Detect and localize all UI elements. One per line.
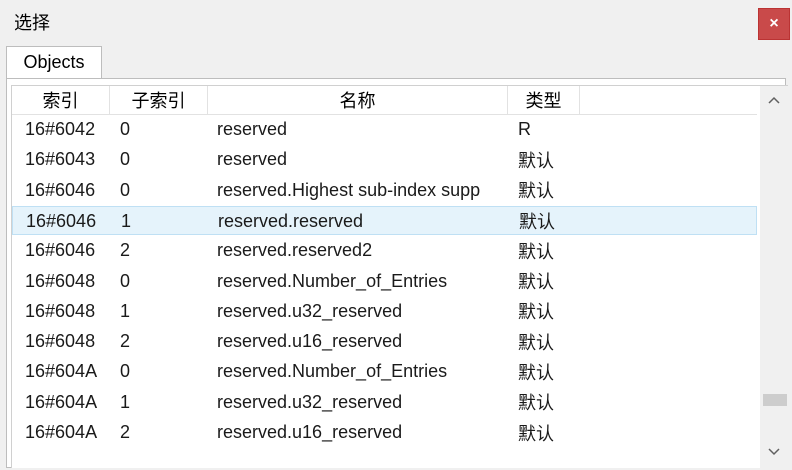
column-header-name[interactable]: 名称 bbox=[208, 86, 508, 114]
cell-type: 默认 bbox=[518, 241, 554, 262]
table-row[interactable]: 16#6048 1 reserved.u32_reserved 默认 bbox=[12, 297, 757, 326]
cell-type: 默认 bbox=[519, 212, 555, 233]
cell-subindex: 0 bbox=[120, 270, 131, 291]
table-row[interactable]: 16#604A 2 reserved.u16_reserved 默认 bbox=[12, 418, 757, 447]
window-title: 选择 bbox=[14, 13, 50, 33]
cell-name: reserved.u32_reserved bbox=[217, 391, 403, 412]
cell-index: 16#604A bbox=[25, 422, 98, 442]
cell-subindex: 0 bbox=[120, 149, 131, 170]
cell-index: 16#6042 bbox=[25, 119, 96, 139]
cell-index: 16#6048 bbox=[25, 300, 96, 321]
chevron-down-icon[interactable] bbox=[760, 440, 788, 464]
table-row[interactable]: 16#6046 0 reserved.Highest sub-index supp 默… bbox=[12, 176, 757, 205]
cell-index: 16#6043 bbox=[25, 149, 96, 170]
objects-panel: 索引 子索引 名称 类型 16#6042 0 reserved R 16#6043 0 re… bbox=[6, 78, 788, 468]
table-row[interactable]: 16#604A 1 reserved.u32_reserved 默认 bbox=[12, 388, 757, 417]
cell-subindex: 2 bbox=[120, 422, 131, 442]
table-row[interactable]: 16#6046 1 reserved.reserved 默认 bbox=[12, 205, 757, 235]
close-icon: × bbox=[769, 15, 779, 32]
cell-index: 16#604A bbox=[25, 361, 98, 382]
cell-subindex: 1 bbox=[120, 300, 131, 321]
cell-type: 默认 bbox=[518, 332, 554, 353]
close-button[interactable]: × bbox=[758, 8, 790, 40]
table-row[interactable]: 16#6042 0 reserved R bbox=[12, 115, 757, 144]
cell-type: 默认 bbox=[518, 423, 554, 444]
cell-type: 默认 bbox=[518, 393, 554, 414]
tab-objects-label: Objects bbox=[23, 52, 85, 72]
table-row[interactable]: 16#6048 2 reserved.u16_reserved 默认 bbox=[12, 327, 757, 356]
cell-name: reserved.Number_of_Entries bbox=[217, 361, 448, 382]
cell-type: 默认 bbox=[518, 302, 554, 323]
cell-subindex: 0 bbox=[120, 119, 131, 139]
cell-name: reserved.reserved bbox=[218, 210, 364, 231]
cell-subindex: 0 bbox=[120, 179, 131, 200]
chevron-up-icon[interactable] bbox=[760, 88, 788, 112]
list-header: 索引 子索引 名称 类型 bbox=[12, 86, 757, 115]
cell-type: 默认 bbox=[518, 150, 554, 171]
cell-type: 默认 bbox=[518, 181, 554, 202]
cell-index: 16#6046 bbox=[26, 210, 97, 231]
cell-index: 16#6046 bbox=[25, 240, 96, 261]
cell-index: 16#6048 bbox=[25, 331, 96, 352]
table-row[interactable]: 16#6046 2 reserved.reserved2 默认 bbox=[12, 236, 757, 265]
cell-name: reserved.reserved2 bbox=[217, 240, 373, 261]
column-header-filler bbox=[580, 86, 757, 114]
scrollbar-thumb[interactable] bbox=[763, 394, 787, 406]
table-row[interactable]: 16#6048 0 reserved.Number_of_Entries 默认 bbox=[12, 267, 757, 296]
column-header-subindex[interactable]: 子索引 bbox=[110, 86, 208, 114]
cell-type: 默认 bbox=[518, 272, 554, 292]
column-header-type[interactable]: 类型 bbox=[508, 86, 580, 114]
tab-objects[interactable]: Objects bbox=[6, 46, 102, 78]
cell-subindex: 2 bbox=[120, 331, 131, 352]
select-dialog: 选择 × Objects 索引 子索引 名称 类型 16#6042 0 reserv… bbox=[0, 0, 792, 470]
cell-subindex: 2 bbox=[120, 240, 131, 261]
cell-name: reserved.u16_reserved bbox=[217, 331, 403, 352]
column-header-index[interactable]: 索引 bbox=[12, 86, 110, 114]
cell-name: reserved.Highest sub-index supp bbox=[217, 179, 481, 200]
vertical-scrollbar[interactable] bbox=[760, 86, 788, 468]
table-row[interactable]: 16#604A 0 reserved.Number_of_Entries 默认 bbox=[12, 357, 757, 386]
cell-name: reserved bbox=[217, 149, 288, 170]
cell-type: 默认 bbox=[518, 362, 554, 383]
cell-type: R bbox=[518, 119, 531, 139]
table-row[interactable]: 16#6043 0 reserved 默认 bbox=[12, 145, 757, 174]
cell-name: reserved bbox=[217, 119, 288, 139]
cell-index: 16#604A bbox=[25, 391, 98, 412]
cell-index: 16#6046 bbox=[25, 179, 96, 200]
cell-name: reserved.u16_reserved bbox=[217, 422, 403, 442]
cell-name: reserved.Number_of_Entries bbox=[217, 270, 448, 291]
cell-index: 16#6048 bbox=[25, 270, 96, 291]
cell-name: reserved.u32_reserved bbox=[217, 300, 403, 321]
cell-subindex: 1 bbox=[120, 391, 131, 412]
cell-subindex: 0 bbox=[120, 361, 131, 382]
objects-list[interactable]: 索引 子索引 名称 类型 16#6042 0 reserved R 16#6043 0 re… bbox=[11, 85, 788, 468]
title-bar: 选择 × bbox=[0, 0, 792, 42]
cell-subindex: 1 bbox=[121, 210, 132, 231]
